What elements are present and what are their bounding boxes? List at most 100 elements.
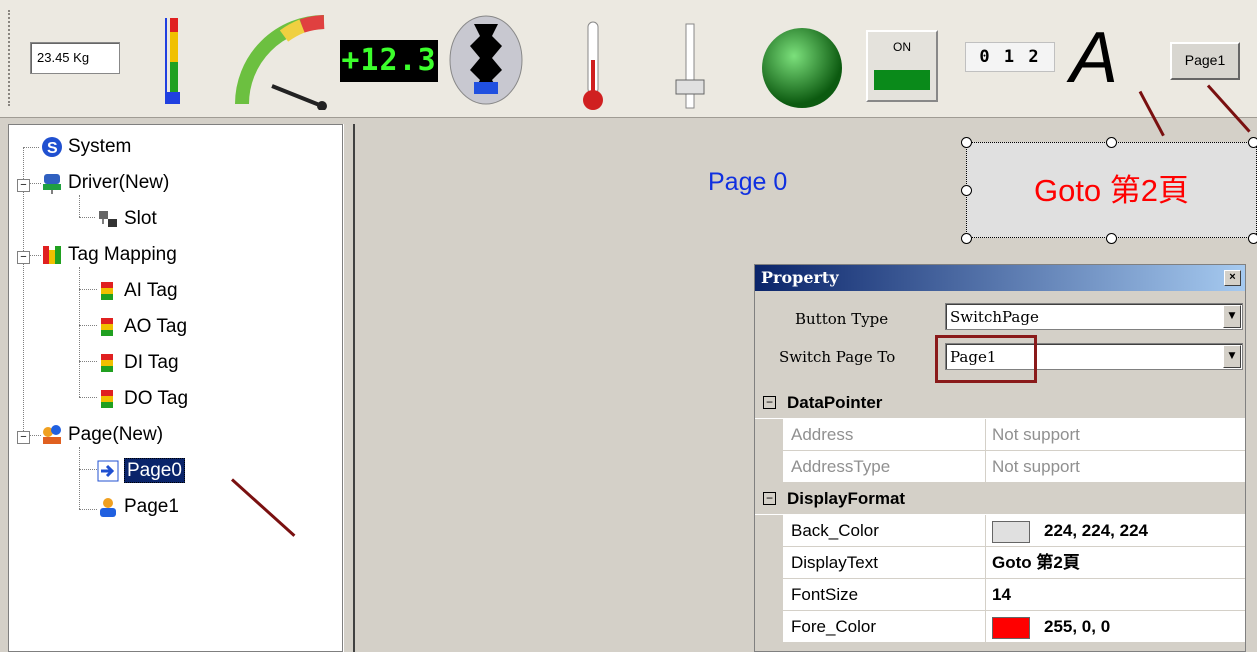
collapse-icon[interactable]: − (763, 492, 776, 505)
knob-icon[interactable] (446, 12, 526, 108)
resize-handle[interactable] (961, 233, 972, 244)
resize-handle[interactable] (961, 185, 972, 196)
tree-item-label: Driver(New) (68, 172, 170, 193)
property-value[interactable]: 224, 224, 224 (986, 515, 1245, 547)
color-value: 224, 224, 224 (1044, 521, 1148, 540)
tree-item-label: Page1 (124, 496, 179, 517)
property-value[interactable]: 14 (986, 579, 1245, 611)
lamp-icon[interactable] (756, 24, 852, 114)
goto-page-button[interactable]: Goto 第2頁 (966, 142, 1257, 238)
expand-tag-mapping-toggle[interactable]: − (17, 251, 30, 264)
tree-item-label: DO Tag (124, 388, 189, 409)
property-row[interactable]: Fore_Color 255, 0, 0 (755, 611, 1245, 643)
tree-item-label: Page(New) (68, 424, 164, 445)
resize-handle[interactable] (1106, 137, 1117, 148)
on-label: ON (893, 40, 911, 54)
property-row[interactable]: Address Not support (755, 419, 1245, 451)
button-type-label: Button Type (795, 310, 889, 328)
tree-item-tag-mapping[interactable]: Tag Mapping (41, 240, 177, 270)
tree-item-label: AI Tag (124, 280, 178, 301)
counter-tool[interactable]: 0 1 2 (965, 42, 1055, 72)
color-swatch (992, 616, 1030, 639)
property-name: AddressType (783, 451, 986, 483)
page-button-tool[interactable]: Page1 (1170, 42, 1240, 80)
category-datapointer[interactable]: − DataPointer (755, 387, 1245, 419)
tree-item-label: Tag Mapping (68, 244, 177, 265)
resize-handle[interactable] (1106, 233, 1117, 244)
page-icon (97, 496, 119, 518)
project-tree: − − − S System Driver(New) Slot Tag Mappi… (8, 124, 343, 652)
property-name: Fore_Color (783, 611, 986, 643)
property-value[interactable]: Goto 第2頁 (986, 547, 1245, 579)
tag-icon (97, 388, 119, 410)
panel-splitter[interactable] (343, 124, 355, 652)
slot-icon (97, 208, 119, 230)
button-type-select[interactable]: SwitchPage ▼ (945, 303, 1243, 330)
property-value: Not support (986, 419, 1245, 451)
expand-driver-toggle[interactable]: − (17, 179, 30, 192)
text-tool[interactable]: A (1070, 18, 1118, 98)
category-label: DisplayFormat (787, 489, 906, 508)
resize-handle[interactable] (1248, 137, 1257, 148)
tree-item-page[interactable]: Page(New) (41, 420, 163, 450)
property-row[interactable]: DisplayText Goto 第2頁 (755, 547, 1245, 579)
property-name: DisplayText (783, 547, 986, 579)
category-label: DataPointer (787, 393, 883, 412)
system-icon: S (41, 136, 63, 158)
gauge-icon[interactable] (232, 14, 332, 110)
tree-item-label: Page0 (124, 458, 185, 483)
tag-mapping-icon (41, 244, 63, 266)
collapse-icon[interactable]: − (763, 396, 776, 409)
on-switch-tool[interactable]: ON (866, 30, 938, 102)
tree-item-label: DI Tag (124, 352, 179, 373)
property-value: Not support (986, 451, 1245, 483)
property-grid: − DataPointer Address Not support AddressT… (755, 387, 1245, 643)
digital-display-tool[interactable]: +12.3 (340, 40, 438, 82)
tree-item-system[interactable]: S System (41, 132, 131, 162)
chevron-down-icon[interactable]: ▼ (1223, 345, 1241, 368)
on-indicator (874, 70, 930, 90)
slider-icon[interactable] (670, 22, 710, 110)
property-name: Back_Color (783, 515, 986, 547)
property-title: Property (761, 268, 839, 287)
tree-item-slot[interactable]: Slot (97, 204, 157, 234)
bar-meter-icon[interactable] (158, 16, 188, 108)
tag-icon (97, 352, 119, 374)
tree-item-di-tag[interactable]: DI Tag (97, 348, 179, 378)
property-value[interactable]: 255, 0, 0 (986, 611, 1245, 643)
resize-handle[interactable] (961, 137, 972, 148)
close-icon[interactable]: × (1224, 270, 1241, 286)
tree-item-do-tag[interactable]: DO Tag (97, 384, 188, 414)
expand-page-toggle[interactable]: − (17, 431, 30, 444)
tree-item-driver[interactable]: Driver(New) (41, 168, 169, 198)
tree-item-page0[interactable]: Page0 (97, 456, 185, 486)
current-page-arrow-icon (97, 460, 119, 482)
tree-item-page1[interactable]: Page1 (97, 492, 179, 522)
property-row[interactable]: AddressType Not support (755, 451, 1245, 483)
highlight-box (935, 335, 1037, 383)
tag-icon (97, 280, 119, 302)
color-swatch (992, 520, 1030, 543)
tree-item-ai-tag[interactable]: AI Tag (97, 276, 178, 306)
tree-item-label: AO Tag (124, 316, 188, 337)
tree-item-label: System (68, 136, 132, 157)
scale-display-tool[interactable]: 23.45 Kg (30, 42, 120, 74)
property-name: FontSize (783, 579, 986, 611)
component-toolbar: 23.45 Kg +12.3 ON 0 1 2 A Page1 (0, 0, 1257, 118)
toolbar-grip[interactable] (8, 10, 14, 106)
chevron-down-icon[interactable]: ▼ (1223, 305, 1241, 328)
property-row[interactable]: FontSize 14 (755, 579, 1245, 611)
page-title-label[interactable]: Page 0 (708, 168, 787, 197)
tree-item-ao-tag[interactable]: AO Tag (97, 312, 187, 342)
switch-page-label: Switch Page To (779, 348, 896, 366)
category-displayformat[interactable]: − DisplayFormat (755, 483, 1245, 515)
thermometer-icon[interactable] (578, 20, 608, 112)
driver-icon (41, 172, 63, 194)
resize-handle[interactable] (1248, 233, 1257, 244)
button-type-value: SwitchPage (950, 308, 1039, 326)
pages-icon (41, 424, 63, 446)
property-row[interactable]: Back_Color 224, 224, 224 (755, 515, 1245, 547)
color-value: 255, 0, 0 (1044, 617, 1111, 636)
tree-item-label: Slot (124, 208, 157, 229)
tag-icon (97, 316, 119, 338)
